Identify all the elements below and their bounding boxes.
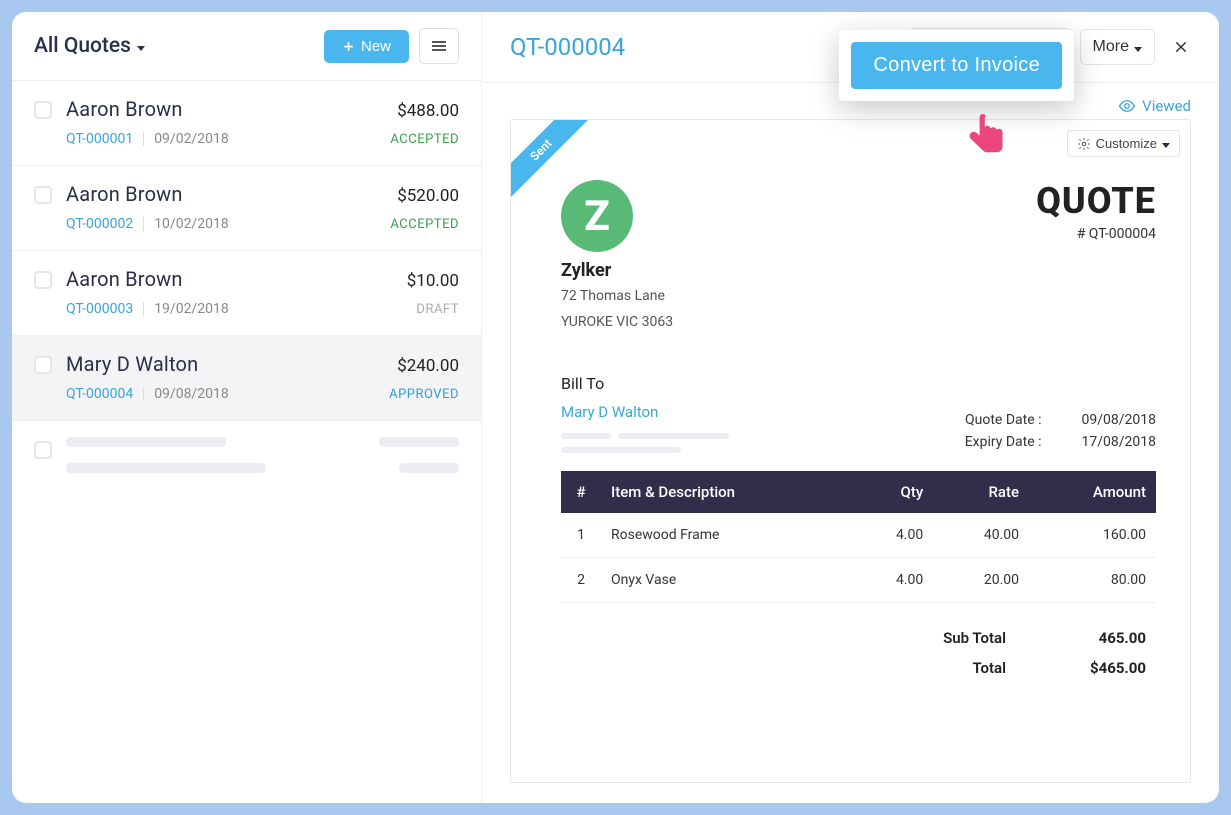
eye-icon [1118, 97, 1136, 115]
col-num: # [561, 471, 601, 513]
cell-amount: 160.00 [1029, 513, 1156, 558]
list-options-button[interactable] [419, 28, 459, 64]
cell-item: Onyx Vase [601, 557, 851, 602]
quotes-panel: All Quotes New Aaron Brown $488.00 [12, 12, 482, 803]
row-checkbox[interactable] [34, 186, 52, 204]
quote-date-label: Quote Date : [942, 412, 1042, 428]
skeleton-row [12, 421, 481, 489]
close-icon [1173, 39, 1189, 55]
subtotal-value: 465.00 [1056, 629, 1146, 647]
plus-icon [342, 40, 355, 53]
document-panel: QT-000004 More [482, 12, 1219, 803]
quote-date: 09/02/2018 [154, 131, 229, 147]
quote-status: APPROVED [389, 387, 459, 402]
quote-amount: $520.00 [397, 186, 459, 206]
quote-date: 19/02/2018 [154, 301, 229, 317]
quotes-filter-dropdown[interactable]: All Quotes [34, 34, 145, 58]
new-quote-label: New [361, 38, 391, 55]
company-block: Z Zylker 72 Thomas Lane YUROKE VIC 3063 [561, 180, 673, 334]
cell-rate: 20.00 [933, 557, 1029, 602]
total-label: Total [906, 659, 1006, 677]
close-button[interactable] [1163, 29, 1199, 65]
hamburger-icon [432, 39, 446, 53]
cell-qty: 4.00 [851, 557, 933, 602]
quote-status: ACCEPTED [390, 132, 459, 147]
customer-name: Aaron Brown [66, 97, 183, 121]
row-checkbox[interactable] [34, 356, 52, 374]
quote-number: QT-000003 [66, 301, 133, 317]
company-address-1: 72 Thomas Lane [561, 285, 673, 307]
bill-to-name[interactable]: Mary D Walton [561, 403, 729, 421]
more-label: More [1093, 38, 1129, 56]
quotes-filter-label: All Quotes [34, 34, 131, 58]
cell-amount: 80.00 [1029, 557, 1156, 602]
viewed-label: Viewed [1142, 97, 1191, 115]
quote-date-value: 09/08/2018 [1082, 412, 1157, 428]
quote-row[interactable]: Aaron Brown $488.00 QT-000001 09/02/2018… [12, 81, 481, 166]
pointer-hand-icon [963, 110, 1009, 166]
quote-status: DRAFT [416, 302, 459, 317]
col-rate: Rate [933, 471, 1029, 513]
document-card: Sent Customize Z Zylker 72 Thomas Lane Y… [510, 119, 1191, 783]
col-amount: Amount [1029, 471, 1156, 513]
cell-row: 2 [561, 557, 601, 602]
row-checkbox[interactable] [34, 271, 52, 289]
customer-name: Mary D Walton [66, 352, 198, 376]
new-quote-button[interactable]: New [324, 30, 409, 63]
quote-row[interactable]: Aaron Brown $10.00 QT-000003 19/02/2018 … [12, 251, 481, 336]
convert-popup: Convert to Invoice [839, 30, 1074, 101]
app-window: All Quotes New Aaron Brown $488.00 [12, 12, 1219, 803]
chevron-down-icon [1162, 143, 1170, 148]
quotes-header: All Quotes New [12, 12, 481, 81]
cell-qty: 4.00 [851, 513, 933, 558]
customer-name: Aaron Brown [66, 267, 183, 291]
cell-item: Rosewood Frame [601, 513, 851, 558]
row-checkbox[interactable] [34, 101, 52, 119]
quote-number: QT-000001 [66, 131, 133, 147]
company-name: Zylker [561, 260, 673, 281]
line-item-row: 2 Onyx Vase 4.00 20.00 80.00 [561, 557, 1156, 602]
dates-block: Quote Date : 09/08/2018 Expiry Date : 17… [942, 409, 1157, 453]
col-qty: Qty [851, 471, 933, 513]
customize-label: Customize [1096, 136, 1157, 151]
line-item-row: 1 Rosewood Frame 4.00 40.00 160.00 [561, 513, 1156, 558]
subtotal-label: Sub Total [906, 629, 1006, 647]
quotes-list: Aaron Brown $488.00 QT-000001 09/02/2018… [12, 81, 481, 489]
bill-to-block: Bill To Mary D Walton [561, 374, 729, 453]
document-id: QT-000004 [510, 33, 625, 61]
expiry-date-label: Expiry Date : [942, 434, 1042, 450]
bill-to-label: Bill To [561, 374, 729, 393]
quote-row[interactable]: Mary D Walton $240.00 QT-000004 09/08/20… [12, 336, 481, 421]
quote-number: QT-000002 [66, 216, 133, 232]
quote-date: 10/02/2018 [154, 216, 229, 232]
total-value: $465.00 [1056, 659, 1146, 677]
quote-row[interactable]: Aaron Brown $520.00 QT-000002 10/02/2018… [12, 166, 481, 251]
row-checkbox [34, 441, 52, 459]
chevron-down-icon [1134, 47, 1142, 52]
ribbon-label: Sent [511, 120, 592, 201]
more-dropdown[interactable]: More [1080, 29, 1155, 65]
company-address-2: YUROKE VIC 3063 [561, 311, 673, 333]
sent-ribbon: Sent [511, 120, 593, 202]
quote-amount: $10.00 [407, 271, 459, 291]
chevron-down-icon [137, 46, 145, 51]
line-items-table: # Item & Description Qty Rate Amount 1 R… [561, 471, 1156, 603]
cell-rate: 40.00 [933, 513, 1029, 558]
customize-button[interactable]: Customize [1067, 130, 1180, 157]
customer-name: Aaron Brown [66, 182, 183, 206]
convert-to-invoice-button[interactable]: Convert to Invoice [851, 42, 1062, 89]
quote-date: 09/08/2018 [154, 386, 229, 402]
quote-amount: $240.00 [397, 356, 459, 376]
cell-row: 1 [561, 513, 601, 558]
quote-amount: $488.00 [397, 101, 459, 121]
document-title: QUOTE [1036, 180, 1156, 222]
quote-number: QT-000004 [66, 386, 133, 402]
quote-status: ACCEPTED [390, 217, 459, 232]
gear-icon [1077, 137, 1091, 151]
expiry-date-value: 17/08/2018 [1082, 434, 1157, 450]
col-item: Item & Description [601, 471, 851, 513]
document-number: # QT-000004 [1036, 226, 1156, 242]
